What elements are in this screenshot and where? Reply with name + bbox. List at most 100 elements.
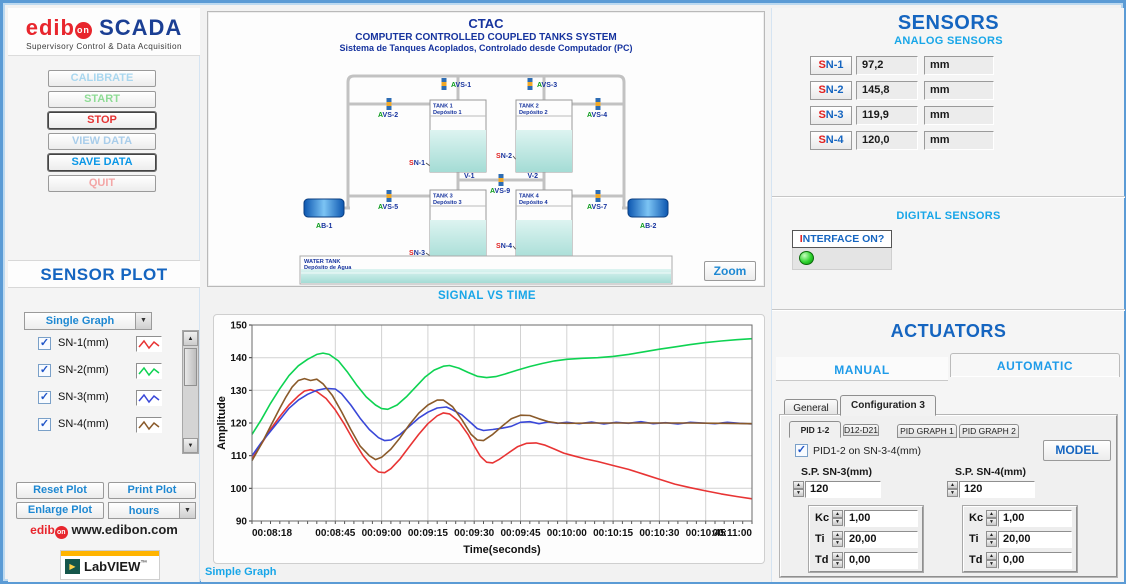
sensor-plot-title: SENSOR PLOT xyxy=(8,260,200,288)
ti-input-1[interactable]: 20,00 xyxy=(844,531,918,548)
sp-sn3-input[interactable]: 120 xyxy=(805,481,881,498)
sn2-chip[interactable]: SN-2 xyxy=(810,81,852,100)
tab-pid-graph-2[interactable]: PID GRAPH 2 xyxy=(959,424,1019,438)
interface-led-strip xyxy=(792,248,892,270)
legend-scrollbar[interactable]: ▲ ▼ xyxy=(182,330,199,454)
tab-d12-d21[interactable]: D12-D21 xyxy=(843,424,879,436)
kc-stepper-2[interactable]: ▲▼ xyxy=(986,510,997,527)
graph-mode-dropdown[interactable]: Single Graph ▼ xyxy=(24,312,152,330)
model-button[interactable]: MODEL xyxy=(1043,440,1111,461)
valve-label-v1: V-1 xyxy=(464,173,475,180)
stop-button[interactable]: STOP xyxy=(48,112,156,129)
svg-text:00:08:18: 00:08:18 xyxy=(252,528,292,539)
left-sidebar: edibon SCADA Supervisory Control & Data … xyxy=(8,8,200,582)
sp-sn4-input[interactable]: 120 xyxy=(959,481,1035,498)
quit-button[interactable]: QUIT xyxy=(48,175,156,192)
scroll-down-icon[interactable]: ▼ xyxy=(183,438,198,453)
chevron-down-icon[interactable]: ▼ xyxy=(135,312,152,330)
zoom-button[interactable]: Zoom xyxy=(704,261,756,281)
svg-text:150: 150 xyxy=(230,321,247,332)
svg-text:Depósito 4: Depósito 4 xyxy=(519,200,548,206)
scroll-up-icon[interactable]: ▲ xyxy=(183,331,198,346)
reset-plot-button[interactable]: Reset Plot xyxy=(16,482,104,499)
svg-text:00:08:45: 00:08:45 xyxy=(315,528,355,539)
print-plot-button[interactable]: Print Plot xyxy=(108,482,196,499)
kc-stepper-1[interactable]: ▲▼ xyxy=(832,510,843,527)
svg-text:00:09:15: 00:09:15 xyxy=(408,528,448,539)
interval-value: hours xyxy=(108,502,179,519)
tab-automatic[interactable]: AUTOMATIC xyxy=(950,353,1120,377)
sn1-checkbox[interactable]: ✓ xyxy=(38,337,51,350)
calibrate-button[interactable]: CALIBRATE xyxy=(48,70,156,87)
tab-general[interactable]: General xyxy=(784,399,838,416)
sensor-label-sn2: SN-2 xyxy=(496,153,512,160)
td-stepper-2[interactable]: ▲▼ xyxy=(986,552,997,569)
sn4-line-icon[interactable] xyxy=(136,417,162,433)
sn4-legend-label: SN-4(mm) xyxy=(58,418,109,430)
tab-configuration-3[interactable]: Configuration 3 xyxy=(840,395,936,416)
labview-tm: ™ xyxy=(140,560,147,567)
start-button[interactable]: START xyxy=(48,91,156,108)
ti-input-2[interactable]: 20,00 xyxy=(998,531,1072,548)
kc-input-2[interactable]: 1,00 xyxy=(998,510,1072,527)
td-stepper-1[interactable]: ▲▼ xyxy=(832,552,843,569)
sn2-unit: mm xyxy=(924,81,994,100)
sn3-checkbox[interactable]: ✓ xyxy=(38,391,51,404)
ti-stepper-2[interactable]: ▲▼ xyxy=(986,531,997,548)
valve-label-avs3: AVS-3 xyxy=(537,82,557,89)
kc-input-1[interactable]: 1,00 xyxy=(844,510,918,527)
water-tank: WATER TANK Depósito de Agua xyxy=(300,256,672,284)
scrollbar-thumb[interactable] xyxy=(184,348,197,386)
chevron-down-icon[interactable]: ▼ xyxy=(179,502,196,519)
sn3-line-icon[interactable] xyxy=(136,390,162,406)
legend-row-sn4: ✓ SN-4(mm) xyxy=(38,417,188,433)
enlarge-plot-button[interactable]: Enlarge Plot xyxy=(16,502,104,519)
view-data-button[interactable]: VIEW DATA xyxy=(48,133,156,150)
edibon-scada-logo: edibon SCADA Supervisory Control & Data … xyxy=(8,8,200,56)
svg-text:130: 130 xyxy=(230,386,247,397)
sp-sn4-stepper[interactable]: ▲▼ xyxy=(947,481,958,498)
sn2-value: 145,8 xyxy=(856,81,918,100)
sensors-title: SENSORS xyxy=(772,8,1125,35)
sn1-line-icon[interactable] xyxy=(136,336,162,352)
sensor-label-sn4: SN-4 xyxy=(496,243,512,250)
coupled-tanks-diagram: CTAC COMPUTER CONTROLLED COUPLED TANKS S… xyxy=(208,12,764,286)
td-label: Td xyxy=(815,554,828,566)
ti-stepper-1[interactable]: ▲▼ xyxy=(832,531,843,548)
svg-text:100: 100 xyxy=(230,484,247,495)
td-label: Td xyxy=(969,554,982,566)
svg-text:140: 140 xyxy=(230,353,247,364)
scada-title: SCADA xyxy=(99,15,182,40)
sn3-chip[interactable]: SN-3 xyxy=(810,106,852,125)
td-input-1[interactable]: 0,00 xyxy=(844,552,918,569)
tab-manual[interactable]: MANUAL xyxy=(776,357,948,381)
digital-sensors-title: DIGITAL SENSORS xyxy=(772,200,1125,222)
ti-label: Ti xyxy=(815,533,825,545)
interval-dropdown[interactable]: hours ▼ xyxy=(108,502,196,519)
pid12-checkbox[interactable]: ✓ xyxy=(795,444,808,457)
sn1-chip[interactable]: SN-1 xyxy=(810,56,852,75)
sn2-checkbox[interactable]: ✓ xyxy=(38,364,51,377)
sn1-value: 97,2 xyxy=(856,56,918,75)
tab-pid-1-2[interactable]: PID 1-2 xyxy=(789,421,841,438)
diagram-subtitle-en: COMPUTER CONTROLLED COUPLED TANKS SYSTEM xyxy=(355,32,616,43)
svg-text:TANK 3: TANK 3 xyxy=(433,194,453,200)
labview-logo: ▶ LabVIEW™ xyxy=(60,550,160,580)
app-window: edibon SCADA Supervisory Control & Data … xyxy=(0,0,1126,584)
sn4-checkbox[interactable]: ✓ xyxy=(38,418,51,431)
svg-text:Depósito 2: Depósito 2 xyxy=(519,110,548,116)
valve-label-avs1: AVS-1 xyxy=(451,82,471,89)
tab-pid-graph-1[interactable]: PID GRAPH 1 xyxy=(897,424,957,438)
sn2-line-icon[interactable] xyxy=(136,363,162,379)
pid-group-1: Kc ▲▼ 1,00 Ti ▲▼ 20,00 Td ▲▼ 0,00 xyxy=(809,506,923,572)
sp-sn3-stepper[interactable]: ▲▼ xyxy=(793,481,804,498)
save-data-button[interactable]: SAVE DATA xyxy=(48,154,156,171)
sn4-value: 120,0 xyxy=(856,131,918,150)
interface-led-indicator[interactable] xyxy=(799,251,814,265)
labview-text: LabVIEW xyxy=(84,559,140,574)
sensors-panel: SENSORS ANALOG SENSORS SN-1 97,2 mm SN-2… xyxy=(772,8,1125,193)
process-diagram-panel: CTAC COMPUTER CONTROLLED COUPLED TANKS S… xyxy=(207,11,765,287)
sn4-chip[interactable]: SN-4 xyxy=(810,131,852,150)
chart-mode-label: Simple Graph xyxy=(205,566,277,578)
td-input-2[interactable]: 0,00 xyxy=(998,552,1072,569)
